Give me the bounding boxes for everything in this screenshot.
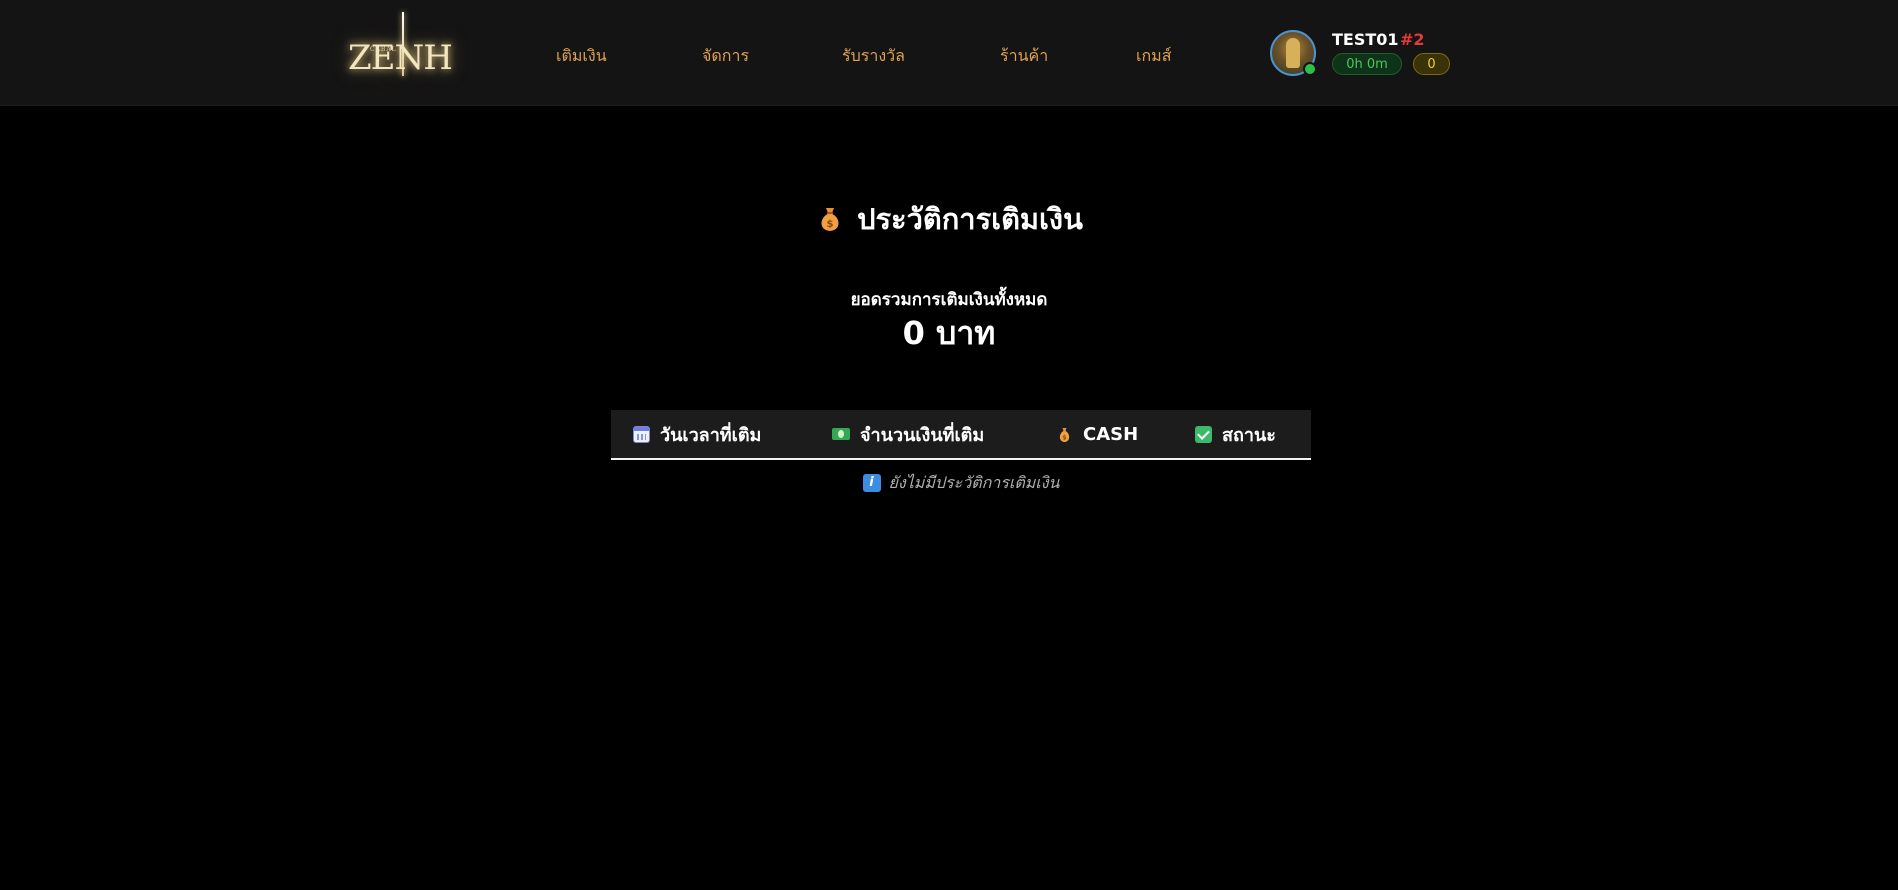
nav-manage[interactable]: จัดการ xyxy=(702,44,749,69)
nav-games[interactable]: เกมส์ xyxy=(1136,44,1171,69)
topup-history-table: วันเวลาที่เติม จำนวนเงินที่เติม $ CASH ส… xyxy=(611,410,1311,506)
nav-rewards[interactable]: รับรางวัล xyxy=(842,44,905,69)
column-header-amount[interactable]: จำนวนเงินที่เติม xyxy=(832,410,984,458)
banknote-icon xyxy=(832,428,850,440)
page-title-row: $ ประวัติการเติมเงิน xyxy=(0,196,1898,242)
playtime-badge: 0h 0m xyxy=(1332,53,1402,75)
column-header-cash[interactable]: $ CASH xyxy=(1056,410,1138,458)
calendar-icon xyxy=(633,425,650,443)
money-bag-icon: $ xyxy=(1056,426,1073,443)
empty-state-row: i ยังไม่มีประวัติการเติมเงิน xyxy=(611,460,1311,506)
avatar-character-icon xyxy=(1286,38,1300,68)
column-label-cash: CASH xyxy=(1083,423,1139,445)
online-status-icon xyxy=(1303,62,1317,76)
user-rank: #2 xyxy=(1400,30,1425,49)
svg-text:$: $ xyxy=(827,219,834,230)
empty-state-message: ยังไม่มีประวัติการเติมเงิน xyxy=(888,472,1060,492)
svg-text:$: $ xyxy=(1062,434,1066,441)
username: TEST01 xyxy=(1332,30,1399,49)
logo-wordmark: ZENH xyxy=(348,38,453,78)
money-bag-icon: $ xyxy=(815,203,845,233)
coin-badge: 0 xyxy=(1413,53,1450,75)
total-topup-value: 0 บาท xyxy=(902,314,996,352)
column-header-datetime[interactable]: วันเวลาที่เติม xyxy=(633,410,761,458)
table-header: วันเวลาที่เติม จำนวนเงินที่เติม $ CASH ส… xyxy=(611,410,1311,460)
info-icon: i xyxy=(862,474,881,492)
column-header-status[interactable]: สถานะ xyxy=(1195,410,1276,458)
column-label-status: สถานะ xyxy=(1222,424,1276,446)
site-logo[interactable]: CABAL ZENH xyxy=(346,12,453,86)
column-label-datetime: วันเวลาที่เติม xyxy=(660,424,762,446)
page-title: ประวัติการเติมเงิน xyxy=(857,202,1083,236)
column-label-amount: จำนวนเงินที่เติม xyxy=(860,424,985,446)
check-icon xyxy=(1195,425,1212,443)
top-navigation-bar: CABAL ZENH เติมเงิน จัดการ รับรางวัล ร้า… xyxy=(0,0,1898,106)
nav-topup[interactable]: เติมเงิน xyxy=(556,44,607,69)
nav-shop[interactable]: ร้านค้า xyxy=(1000,44,1048,69)
